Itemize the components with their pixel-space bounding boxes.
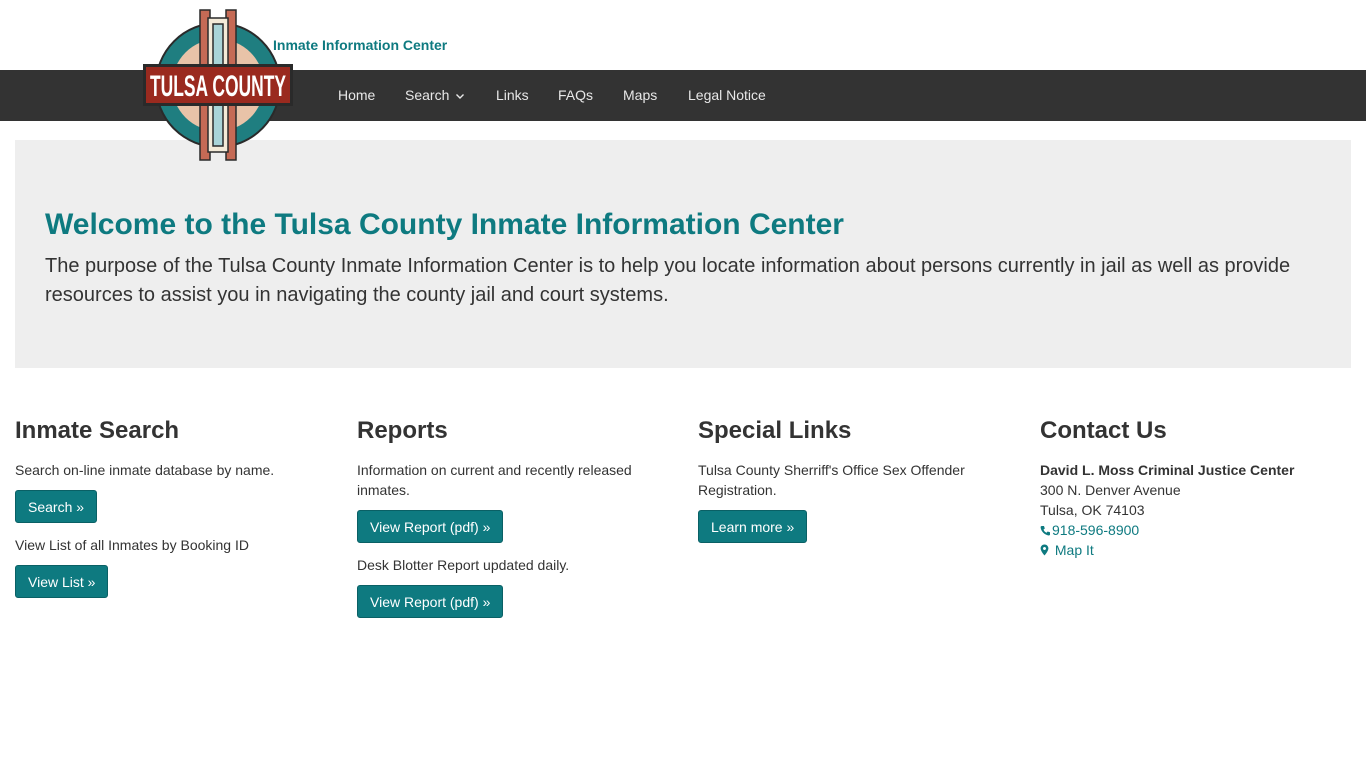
contact-heading: Contact Us: [1040, 417, 1167, 444]
special-links-desc: Tulsa County Sherriff's Office Sex Offen…: [698, 462, 965, 498]
contact-address-line2: Tulsa, OK 74103: [1040, 502, 1145, 518]
view-list-button[interactable]: View List »: [15, 565, 109, 598]
contact-name: David L. Moss Criminal Justice Center: [1040, 462, 1295, 478]
nav-faqs[interactable]: FAQs: [558, 70, 593, 121]
contact-phone-link[interactable]: 918-596-8900: [1040, 520, 1360, 540]
contact-address-line1: 300 N. Denver Avenue: [1040, 482, 1181, 498]
nav-search-label: Search: [405, 87, 450, 103]
special-links-column: Special Links Tulsa County Sherriff's Of…: [698, 416, 1018, 555]
contact-phone: 918-596-8900: [1052, 522, 1140, 538]
inmate-search-desc: Search on-line inmate database by name.: [15, 462, 275, 478]
nav-legal-notice[interactable]: Legal Notice: [688, 70, 766, 121]
view-blotter-report-button[interactable]: View Report (pdf) »: [357, 585, 504, 618]
map-it-link[interactable]: Map It: [1040, 540, 1360, 560]
reports-desc: Information on current and recently rele…: [357, 462, 632, 498]
special-links-heading: Special Links: [698, 417, 852, 444]
nav-search[interactable]: Search: [405, 70, 465, 121]
contact-column: Contact Us David L. Moss Criminal Justic…: [1040, 416, 1360, 560]
map-it-label: Map It: [1054, 542, 1094, 558]
reports-column: Reports Information on current and recen…: [357, 416, 677, 630]
welcome-text: The purpose of the Tulsa County Inmate I…: [45, 255, 1291, 306]
tulsa-county-logo[interactable]: TULSA COUNTY: [142, 8, 294, 162]
logo-text: TULSA COUNTY: [150, 70, 286, 103]
inmate-search-column: Inmate Search Search on-line inmate data…: [15, 416, 335, 610]
welcome-title: Welcome to the Tulsa County Inmate Infor…: [45, 208, 844, 241]
inmate-search-heading: Inmate Search: [15, 417, 180, 444]
map-marker-icon: [1040, 542, 1051, 558]
learn-more-button[interactable]: Learn more »: [698, 510, 808, 543]
nav-home[interactable]: Home: [338, 70, 375, 121]
view-list-desc: View List of all Inmates by Booking ID: [15, 537, 249, 553]
chevron-down-icon: [455, 71, 465, 122]
desk-blotter-desc: Desk Blotter Report updated daily.: [357, 557, 570, 573]
search-button[interactable]: Search »: [15, 490, 98, 523]
site-subtitle[interactable]: Inmate Information Center: [273, 37, 447, 53]
phone-icon: [1040, 522, 1052, 538]
reports-heading: Reports: [357, 417, 448, 444]
nav-links[interactable]: Links: [496, 70, 529, 121]
nav-maps[interactable]: Maps: [623, 70, 657, 121]
view-report-button[interactable]: View Report (pdf) »: [357, 510, 504, 543]
welcome-jumbotron: Welcome to the Tulsa County Inmate Infor…: [15, 140, 1351, 368]
